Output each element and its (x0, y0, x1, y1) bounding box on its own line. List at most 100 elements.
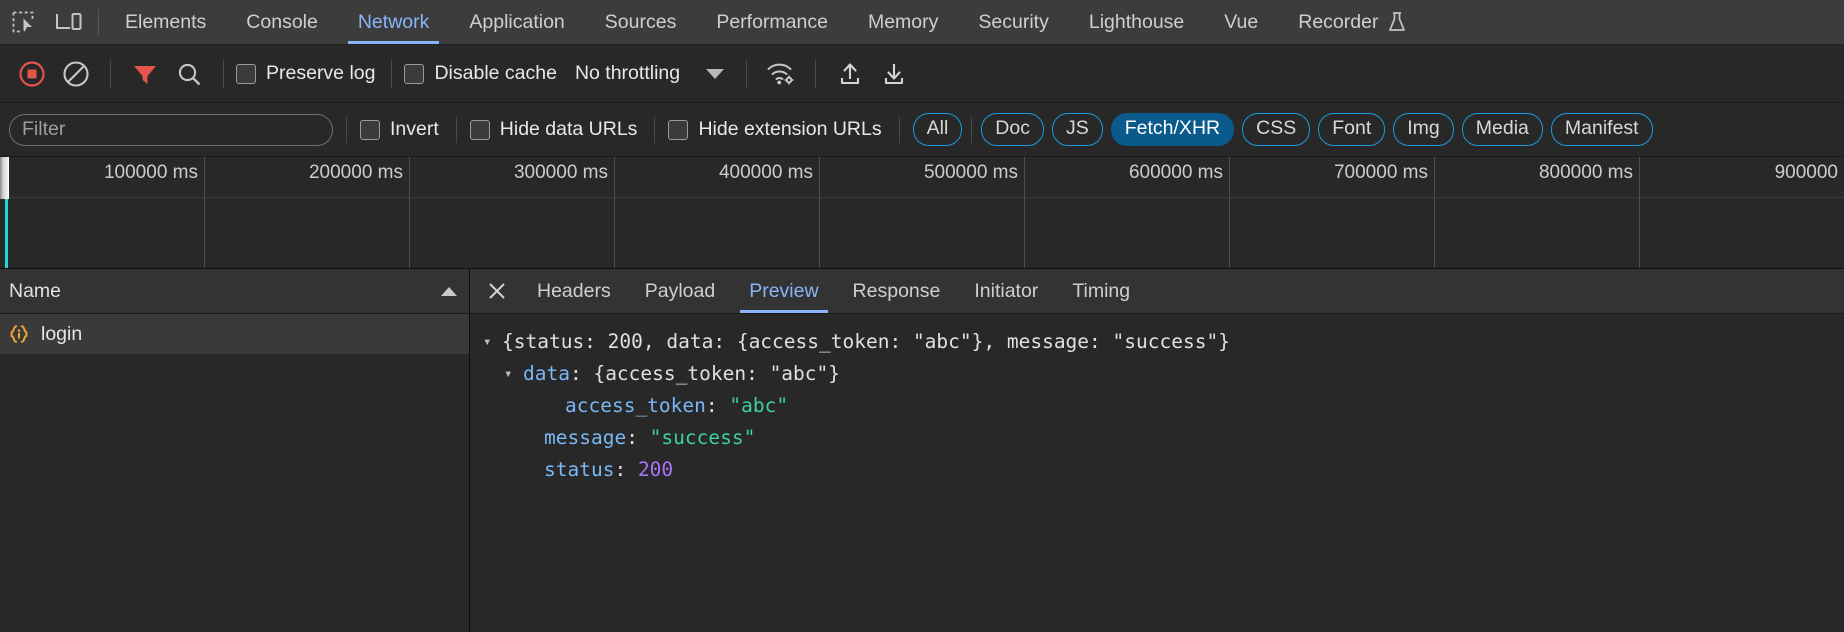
hide-data-urls-box (469, 119, 490, 140)
tab-timing-label: Timing (1072, 279, 1131, 302)
json-tree-text: {status: 200, data: {access_token: "abc"… (502, 330, 1230, 353)
toolbar-divider-2 (223, 59, 224, 88)
type-filter-js[interactable]: JS (1051, 113, 1103, 146)
json-tree-row: access_token: "abc" (483, 390, 1844, 422)
filter-divider-2 (455, 116, 457, 143)
type-filter-fetch-xhr[interactable]: Fetch/XHR (1110, 113, 1235, 146)
overview-ruler-divider (0, 197, 1844, 198)
overview-tick-label: 400000 ms (718, 162, 813, 183)
overview-tick-label: 500000 ms (923, 162, 1018, 183)
type-filter-css-label: CSS (1256, 117, 1297, 140)
export-har-icon[interactable] (828, 52, 872, 96)
tab-console-label: Console (246, 10, 318, 33)
tab-security-label: Security (978, 10, 1049, 33)
overview-tick-cell: 400000 ms (615, 157, 820, 268)
network-overview-timeline[interactable]: 100000 ms 200000 ms 300000 ms 400000 ms … (0, 157, 1844, 269)
json-braces-icon (8, 323, 30, 345)
tab-lighthouse-label: Lighthouse (1088, 10, 1185, 33)
tab-elements[interactable]: Elements (105, 0, 226, 44)
dom-content-loaded-marker (5, 199, 8, 268)
tab-vue[interactable]: Vue (1204, 0, 1278, 44)
request-detail-pane: Headers Payload Preview Response Initiat… (470, 269, 1844, 632)
tab-performance[interactable]: Performance (696, 0, 848, 44)
tab-timing[interactable]: Timing (1055, 269, 1147, 313)
tab-headers[interactable]: Headers (520, 269, 628, 313)
overview-tick-label: 900000 (1774, 162, 1838, 183)
toolbar-divider-5 (815, 59, 817, 88)
flask-icon (1387, 11, 1407, 33)
tab-preview[interactable]: Preview (732, 269, 835, 313)
table-row[interactable]: login (0, 314, 469, 354)
type-filter-all[interactable]: All (912, 113, 963, 146)
devtools-panel-tabbar: Elements Console Network Application Sou… (0, 0, 1844, 45)
hide-extension-urls-checkbox[interactable]: Hide extension URLs (668, 118, 882, 141)
expand-triangle-icon[interactable]: ▾ (483, 326, 502, 358)
preserve-log-checkbox[interactable]: Preserve log (236, 62, 375, 85)
type-filter-font[interactable]: Font (1318, 113, 1386, 146)
column-header-name[interactable]: Name (0, 269, 469, 314)
tab-performance-label: Performance (716, 10, 828, 33)
tab-application[interactable]: Application (449, 0, 584, 44)
invert-checkbox[interactable]: Invert (360, 118, 439, 141)
overview-tick-label: 700000 ms (1333, 162, 1428, 183)
tab-response[interactable]: Response (836, 269, 958, 313)
tab-network[interactable]: Network (338, 0, 450, 44)
close-icon[interactable] (474, 269, 520, 313)
import-har-icon[interactable] (872, 52, 916, 96)
network-conditions-icon[interactable] (759, 52, 803, 96)
type-filter-all-label: All (926, 117, 949, 140)
device-toolbar-icon[interactable] (46, 0, 92, 44)
overview-window-resizer-left[interactable] (0, 157, 9, 199)
type-filter-font-label: Font (1332, 117, 1372, 140)
json-tree-text: message: "success" (544, 426, 756, 449)
tab-recorder[interactable]: Recorder (1278, 0, 1427, 44)
hide-data-urls-label: Hide data URLs (499, 118, 638, 140)
preserve-log-box (236, 63, 256, 84)
clear-button[interactable] (54, 52, 98, 96)
overview-tick-cell: 700000 ms (1230, 157, 1435, 268)
json-tree-text: data: {access_token: "abc"} (523, 362, 841, 385)
tab-console[interactable]: Console (226, 0, 338, 44)
tab-payload-label: Payload (644, 279, 716, 302)
tab-security[interactable]: Security (958, 0, 1068, 44)
filter-icon[interactable] (123, 52, 167, 96)
tab-memory[interactable]: Memory (848, 0, 958, 44)
overview-tick-cell: 500000 ms (820, 157, 1025, 268)
tab-initiator-label: Initiator (974, 279, 1039, 302)
json-tree-row: ▾ {status: 200, data: {access_token: "abc… (483, 326, 1844, 358)
toolbar-divider-1 (110, 59, 111, 88)
search-input[interactable] (9, 113, 333, 146)
tab-payload[interactable]: Payload (628, 269, 732, 313)
tab-sources[interactable]: Sources (585, 0, 697, 44)
overview-tick-cell: 600000 ms (1025, 157, 1230, 268)
type-filter-img[interactable]: Img (1393, 113, 1454, 146)
disable-cache-checkbox[interactable]: Disable cache (404, 62, 557, 85)
type-filter-media[interactable]: Media (1461, 113, 1543, 146)
column-header-name-label: Name (9, 279, 62, 302)
json-tree-row: status: 200 (483, 454, 1844, 486)
type-filter-doc[interactable]: Doc (981, 113, 1044, 146)
hide-data-urls-checkbox[interactable]: Hide data URLs (469, 118, 638, 141)
network-filter-row: Invert Hide data URLs Hide extension URL… (0, 103, 1844, 157)
request-name: login (41, 322, 83, 345)
json-tree-row: message: "success" (483, 422, 1844, 454)
search-icon[interactable] (167, 52, 211, 96)
inspect-element-icon[interactable] (0, 0, 46, 44)
record-button[interactable] (10, 52, 54, 96)
overview-tick-cell: 900000 (1640, 157, 1844, 268)
tab-lighthouse[interactable]: Lighthouse (1069, 0, 1204, 44)
overview-tick-cell: 100000 ms (0, 157, 205, 268)
type-filter-img-label: Img (1407, 117, 1440, 140)
type-filter-css[interactable]: CSS (1242, 113, 1311, 146)
json-preview-tree: ▾ {status: 200, data: {access_token: "abc… (470, 314, 1844, 632)
tab-network-label: Network (357, 10, 430, 33)
tab-elements-label: Elements (125, 10, 207, 33)
chevron-down-icon (706, 68, 725, 79)
type-filter-manifest[interactable]: Manifest (1550, 113, 1653, 146)
overview-tick-label: 300000 ms (513, 162, 608, 183)
throttling-dropdown[interactable]: No throttling (575, 62, 725, 85)
invert-label: Invert (390, 118, 439, 140)
expand-triangle-icon[interactable]: ▾ (504, 358, 523, 390)
hide-extension-urls-box (668, 119, 689, 140)
tab-initiator[interactable]: Initiator (957, 269, 1055, 313)
